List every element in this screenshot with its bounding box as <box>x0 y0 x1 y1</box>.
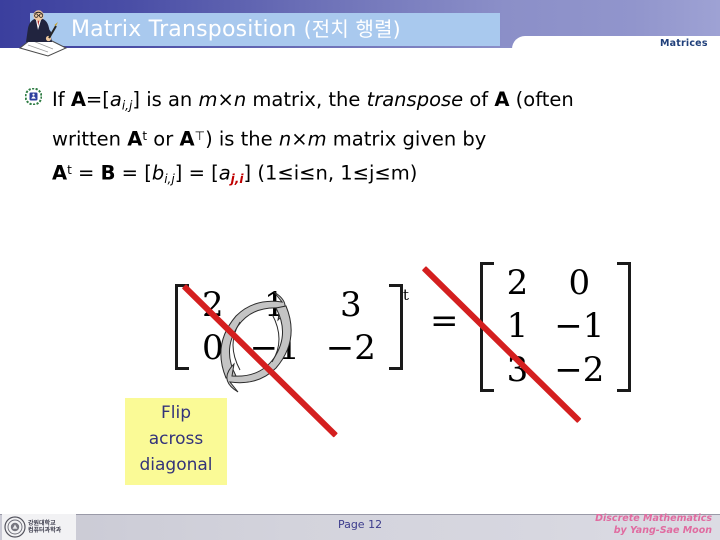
flip-callout-line-2: across <box>148 429 204 449</box>
page-title: Matrix Transposition (전치 행렬) <box>71 14 501 45</box>
course-credit-line-1: Discrete Mathematics <box>595 513 712 524</box>
left-matrix-close-bracket <box>388 283 403 371</box>
right-matrix-close-bracket <box>617 262 632 393</box>
definition-line-3: At = B = [bi,j] = [aj,i] (1≤i≤n, 1≤j≤m) <box>52 161 418 186</box>
right-matrix-row: 20 <box>494 262 618 305</box>
right-matrix-cell: 0 <box>568 263 591 303</box>
right-matrix-cell: 2 <box>506 263 529 303</box>
left-matrix-cell: 3 <box>340 284 362 325</box>
right-matrix: 2 0 1 −1 3 −2 <box>479 262 632 393</box>
page-title-ko: (전치 행렬) <box>303 17 401 41</box>
flip-callout-line-1: Flip <box>160 403 191 423</box>
flip-callout-line-3: diagonal <box>139 455 213 475</box>
transpose-superscript: t <box>402 285 409 304</box>
person-writing-icon <box>14 8 72 58</box>
right-matrix-cell: −2 <box>554 349 605 390</box>
right-matrix-grid: 2 0 1 −1 3 −2 <box>494 262 618 392</box>
definition-text: If A=[ai,j] is an m×n matrix, the transp… <box>52 84 672 195</box>
left-matrix-cell: −2 <box>325 328 376 369</box>
page-title-en: Matrix Transposition <box>71 17 297 42</box>
course-credit-line-2: by Yang-Sae Moon <box>613 524 712 536</box>
course-credit: Discrete Mathematics by Yang-Sae Moon <box>595 513 712 536</box>
globe-emblem-bullet-icon <box>24 87 43 106</box>
flip-callout: Flip across diagonal <box>125 398 227 485</box>
section-label: Matrices <box>660 38 708 49</box>
equals-sign: = <box>430 300 459 341</box>
swap-arrows-icon <box>196 282 316 402</box>
slide-canvas: Matrix Transposition (전치 행렬) Matrices If… <box>0 0 720 540</box>
definition-line-1: If A=[ai,j] is an m×n matrix, the transp… <box>52 88 574 113</box>
right-matrix-row: 1 −1 <box>494 305 618 348</box>
definition-line-2: written At or A⊤) is the n×m matrix give… <box>52 127 487 151</box>
right-matrix-cell: −1 <box>554 306 605 347</box>
left-matrix-open-bracket <box>175 283 189 371</box>
